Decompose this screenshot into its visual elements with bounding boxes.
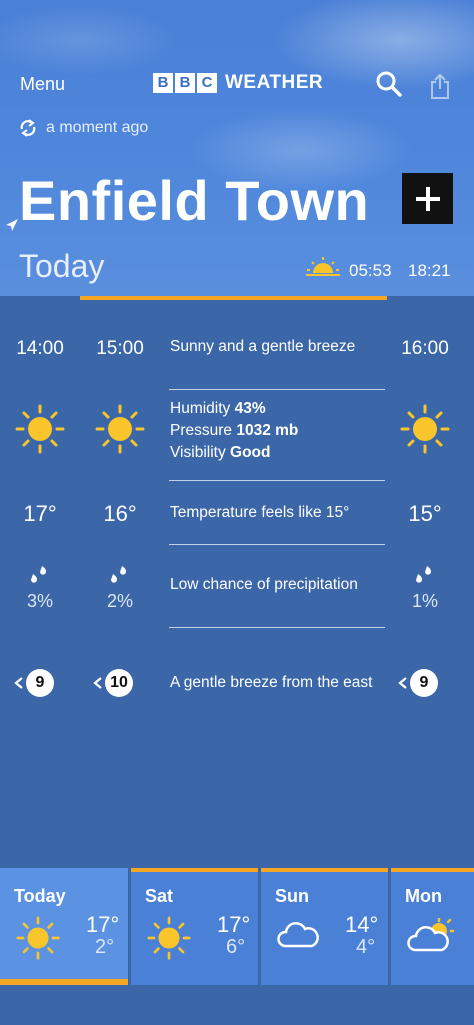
day-title: Today xyxy=(19,248,105,284)
day-name: Sat xyxy=(145,886,174,906)
divider xyxy=(169,389,385,390)
day-low: 4° xyxy=(356,936,376,958)
logo-letter-1: B xyxy=(153,73,173,93)
visibility-row: Visibility Good xyxy=(170,444,270,462)
day-high: 17° xyxy=(217,912,251,937)
share-icon[interactable] xyxy=(427,72,453,100)
wind-direction-icon xyxy=(398,677,407,689)
hour-temp-1: 17° xyxy=(23,501,57,526)
visibility-value: Good xyxy=(230,444,271,461)
hour-precip-1: 3% xyxy=(26,591,53,611)
hour-time-3[interactable]: 16:00 xyxy=(395,338,455,360)
humidity-label: Humidity xyxy=(170,400,231,417)
visibility-label: Visibility xyxy=(170,444,226,461)
raindrops-icon xyxy=(31,566,46,583)
wind-speed: 9 xyxy=(26,669,54,697)
plus-icon xyxy=(415,186,440,211)
sun-icon xyxy=(15,404,65,454)
wind-text: A gentle breeze from the east xyxy=(170,674,373,691)
last-updated: a moment ago xyxy=(18,118,148,138)
wind-direction-icon xyxy=(93,677,102,689)
search-icon[interactable] xyxy=(375,70,403,98)
day-tab-bar xyxy=(131,868,258,872)
humidity-value: 43% xyxy=(234,400,266,417)
logo-text: WEATHER xyxy=(225,72,324,93)
divider xyxy=(169,480,385,481)
hour-wind-3: 9 xyxy=(398,669,438,697)
bbc-weather-logo: B B C WEATHER xyxy=(153,72,323,94)
hour-time-1[interactable]: 14:00 xyxy=(10,338,70,360)
day-tab-mon[interactable]: Mon xyxy=(391,868,474,985)
hour-temp-3: 15° xyxy=(408,501,442,526)
pressure-label: Pressure xyxy=(170,422,233,439)
hour-wind-2: 10 xyxy=(93,669,133,697)
pressure-row: Pressure 1032 mb xyxy=(170,422,298,440)
day-tab-today[interactable]: Today 17° 2° xyxy=(0,868,128,985)
day-tab-bar xyxy=(391,868,474,872)
refresh-icon[interactable] xyxy=(18,118,38,138)
weather-summary: Sunny and a gentle breeze xyxy=(170,338,356,355)
sunrise-icon xyxy=(306,257,340,276)
menu-button[interactable]: Menu xyxy=(20,74,65,95)
hour-time-2[interactable]: 15:00 xyxy=(90,338,150,360)
location-arrow-icon xyxy=(6,219,18,231)
raindrops-icon xyxy=(111,566,126,583)
divider xyxy=(169,627,385,628)
humidity-row: Humidity 43% xyxy=(170,400,266,418)
raindrops-icon xyxy=(416,566,431,583)
day-high: 14° xyxy=(345,912,379,937)
day-name: Mon xyxy=(405,886,442,906)
day-name: Sun xyxy=(275,886,309,906)
pressure-value: 1032 mb xyxy=(236,422,299,439)
sun-icon xyxy=(95,404,145,454)
wind-direction-icon xyxy=(14,677,23,689)
bottom-strip xyxy=(0,985,474,1025)
updated-text: a moment ago xyxy=(46,119,149,136)
hour-precip-3: 1% xyxy=(411,591,438,611)
feels-like-text: Temperature feels like 15° xyxy=(170,504,350,521)
sun-cloud-icon xyxy=(407,918,455,952)
location-name: Enfield Town xyxy=(19,169,370,232)
logo-letter-3: C xyxy=(197,73,217,93)
day-tab-sun[interactable]: Sun 14° 4° xyxy=(261,868,388,985)
day-low: 2° xyxy=(95,936,115,958)
sunrise-time: 05:53 xyxy=(349,261,392,280)
day-high: 17° xyxy=(86,912,120,937)
sun-icon xyxy=(16,916,60,960)
day-low: 6° xyxy=(226,936,246,958)
divider xyxy=(169,544,385,545)
wind-speed: 10 xyxy=(105,669,133,697)
add-location-button[interactable] xyxy=(402,173,453,224)
sunset-time: 18:21 xyxy=(408,261,451,280)
precip-text: Low chance of precipitation xyxy=(170,576,358,593)
sun-icon xyxy=(147,916,191,960)
cloud-icon xyxy=(277,922,319,948)
day-tab-bar xyxy=(261,868,388,872)
day-name: Today xyxy=(14,886,66,906)
hour-precip-2: 2% xyxy=(106,591,133,611)
hour-temp-2: 16° xyxy=(103,501,137,526)
wind-speed: 9 xyxy=(410,669,438,697)
day-tab-sat[interactable]: Sat 17° 6° xyxy=(131,868,258,985)
top-bar: Menu B B C WEATHER xyxy=(0,70,474,100)
sun-icon xyxy=(400,404,450,454)
logo-letter-2: B xyxy=(175,73,195,93)
selected-hour-indicator xyxy=(80,296,387,300)
hour-wind-1: 9 xyxy=(14,669,54,697)
